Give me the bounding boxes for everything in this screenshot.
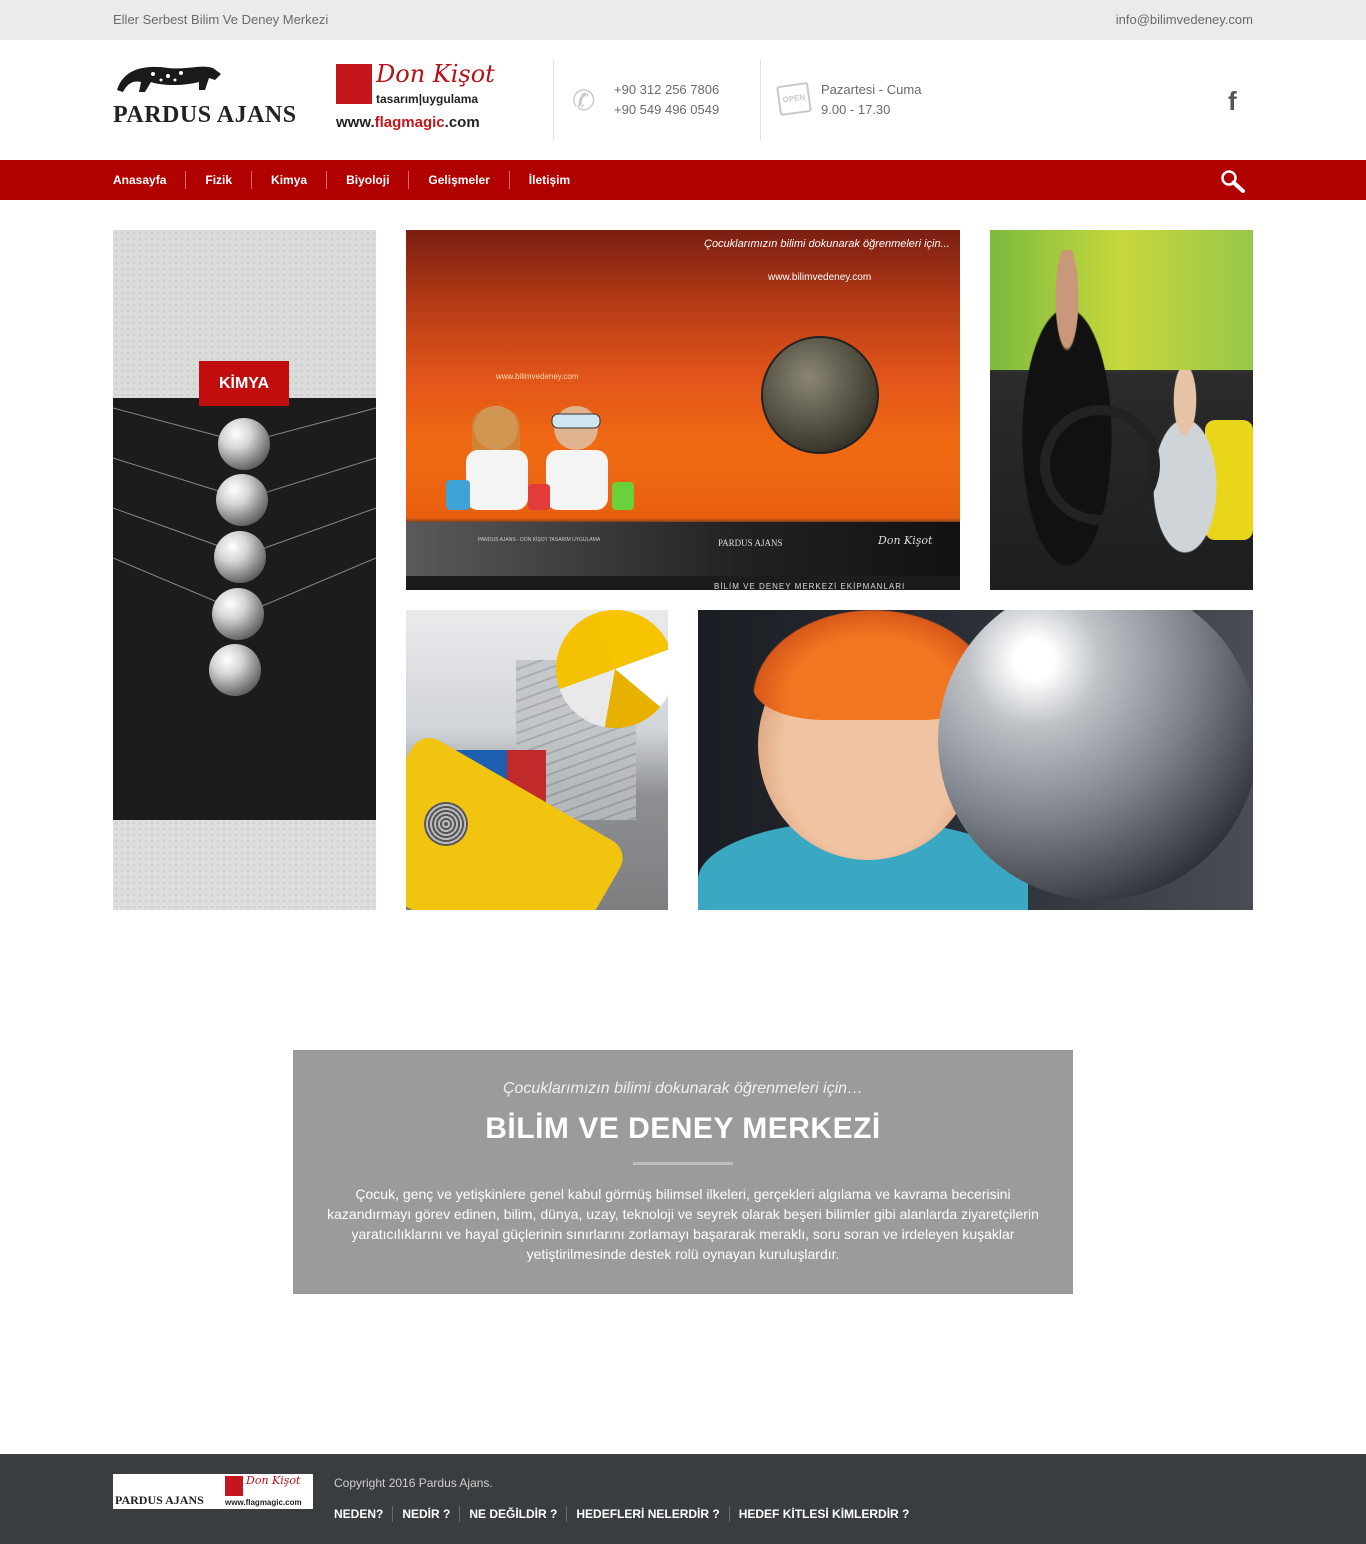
footer-link-nedir[interactable]: NEDİR ? <box>392 1506 459 1522</box>
hours-time: 9.00 - 17.30 <box>821 102 891 117</box>
kimya-tile[interactable]: KİMYA <box>113 230 376 910</box>
footer-link-hedefleri[interactable]: HEDEFLERİ NELERDİR ? <box>566 1506 728 1522</box>
site-tagline: Eller Serbest Bilim Ve Deney Merkezi <box>113 12 329 27</box>
top-bar: Eller Serbest Bilim Ve Deney Merkezi inf… <box>0 0 1366 40</box>
donkisot-logo-sub: tasarım|uygulama <box>376 92 479 106</box>
kimya-badge[interactable]: KİMYA <box>199 361 289 406</box>
phone-number-2[interactable]: +90 549 496 0549 <box>614 100 719 120</box>
header-divider <box>553 60 554 140</box>
poster-site-small: www.bilimvedeney.com <box>496 372 579 381</box>
science-hall-tile[interactable] <box>406 610 668 910</box>
poster-logo-pardus: PARDUS AJANS <box>718 538 783 548</box>
main-nav: Anasayfa Fizik Kimya Biyoloji Gelişmeler… <box>0 160 1366 200</box>
poster-site: www.bilimvedeney.com <box>768 272 872 283</box>
poster-strip: PARDUS AJANS - DON KİŞOT TASARIM UYGULAM… <box>406 522 960 576</box>
windmill-icon <box>336 64 372 104</box>
info-title: BİLİM VE DENEY MERKEZİ <box>485 1112 881 1145</box>
search-icon[interactable] <box>1220 169 1246 193</box>
copyright: Copyright 2016 Pardus Ajans. <box>334 1476 493 1490</box>
footer-logo-pardus: PARDUS AJANS <box>115 1493 204 1507</box>
pendulum-ball <box>218 418 270 470</box>
nav-item-anasayfa[interactable]: Anasayfa <box>113 171 185 189</box>
pardus-logo[interactable]: PARDUS AJANS <box>113 60 308 130</box>
info-divider <box>633 1162 733 1165</box>
flagmagic-url-suffix: .com <box>444 114 480 131</box>
footer-link-neden[interactable]: NEDEN? <box>334 1506 392 1522</box>
open-sign-icon: OPEN <box>776 81 812 117</box>
footer-logo-don: Don Kişot www.flagmagic.com <box>225 1474 313 1509</box>
pendulum-ball <box>212 588 264 640</box>
nav-item-kimya[interactable]: Kimya <box>251 171 326 189</box>
footer-logo-url: www.flagmagic.com <box>225 1498 302 1507</box>
header: PARDUS AJANS Don Kişot tasarım|uygulama … <box>0 40 1366 160</box>
phone-numbers: +90 312 256 7806 +90 549 496 0549 <box>614 80 719 120</box>
windmill-icon <box>225 1476 243 1496</box>
page: Eller Serbest Bilim Ve Deney Merkezi inf… <box>0 0 1366 1544</box>
static-ball-tile[interactable] <box>698 610 1253 910</box>
kimya-floor <box>113 820 376 910</box>
header-divider <box>760 60 761 140</box>
poster-globe <box>761 336 879 454</box>
pendulum-ball <box>216 474 268 526</box>
hours-days: Pazartesi - Cuma <box>821 82 922 97</box>
footer-logo-don-brand: Don Kişot <box>246 1474 301 1487</box>
hours-block: OPEN Pazartesi - Cuma 9.00 - 17.30 <box>776 80 948 120</box>
flagmagic-url-brand: flagmagic <box>374 114 445 131</box>
facebook-icon[interactable]: f <box>1228 86 1237 117</box>
poster-logo-don: Don Kişot <box>878 534 933 547</box>
kids-experiment-tile[interactable] <box>990 230 1253 590</box>
info-lead: Çocuklarımızın bilimi dokunarak öğrenmel… <box>502 1080 864 1097</box>
poster-address: PARDUS AJANS - DON KİŞOT TASARIM UYGULAM… <box>478 537 601 543</box>
nav-item-gelismeler[interactable]: Gelişmeler <box>408 171 508 189</box>
nav-item-biyoloji[interactable]: Biyoloji <box>326 171 408 189</box>
nav-item-fizik[interactable]: Fizik <box>185 171 251 189</box>
opening-hours: Pazartesi - Cuma 9.00 - 17.30 <box>821 80 921 120</box>
phone-number-1[interactable]: +90 312 256 7806 <box>614 80 719 100</box>
panther-icon <box>117 66 221 92</box>
footer: PARDUS AJANS Don Kişot www.flagmagic.com… <box>0 1454 1366 1544</box>
phone-block: ✆ +90 312 256 7806 +90 549 496 0549 <box>572 80 742 120</box>
info-body: Çocuk, genç ve yetişkinlere genel kabul … <box>327 1186 1039 1262</box>
poster-bottom-text: BİLİM VE DENEY MERKEZİ EKİPMANLARI <box>714 582 906 590</box>
pendulum-ball <box>214 531 266 583</box>
footer-links: NEDEN? NEDİR ? NE DEĞİLDİR ? HEDEFLERİ N… <box>334 1506 918 1522</box>
pendulum-ball <box>209 644 261 696</box>
poster-slogan: Çocuklarımızın bilimi dokunarak öğrenmel… <box>704 238 950 250</box>
nav-list: Anasayfa Fizik Kimya Biyoloji Gelişmeler… <box>113 160 589 200</box>
flagmagic-url-prefix: www. <box>336 114 375 131</box>
info-box: Çocuklarımızın bilimi dokunarak öğrenmel… <box>293 1050 1073 1294</box>
footer-link-ne-degildir[interactable]: NE DEĞİLDİR ? <box>459 1506 566 1522</box>
pardus-logo-text: PARDUS AJANS <box>113 102 297 128</box>
nav-item-iletisim[interactable]: İletişim <box>508 171 589 189</box>
kids-tile-wheel <box>1040 405 1160 525</box>
footer-logo[interactable]: PARDUS AJANS Don Kişot www.flagmagic.com <box>113 1474 313 1509</box>
footer-link-hedef-kitlesi[interactable]: HEDEF KİTLESİ KİMLERDİR ? <box>728 1506 919 1522</box>
phone-icon: ✆ <box>572 85 596 116</box>
poster-tile[interactable]: Çocuklarımızın bilimi dokunarak öğrenmel… <box>406 230 960 590</box>
hall-vent <box>424 802 468 846</box>
donkisot-logo-brand: Don Kişot <box>376 60 495 88</box>
poster-kids-image <box>446 406 634 510</box>
donkisot-logo[interactable]: Don Kişot tasarım|uygulama www.flagmagic… <box>336 60 516 135</box>
flagmagic-url: www.flagmagic.com <box>336 114 480 131</box>
email-link[interactable]: info@bilimvedeney.com <box>1116 12 1253 27</box>
